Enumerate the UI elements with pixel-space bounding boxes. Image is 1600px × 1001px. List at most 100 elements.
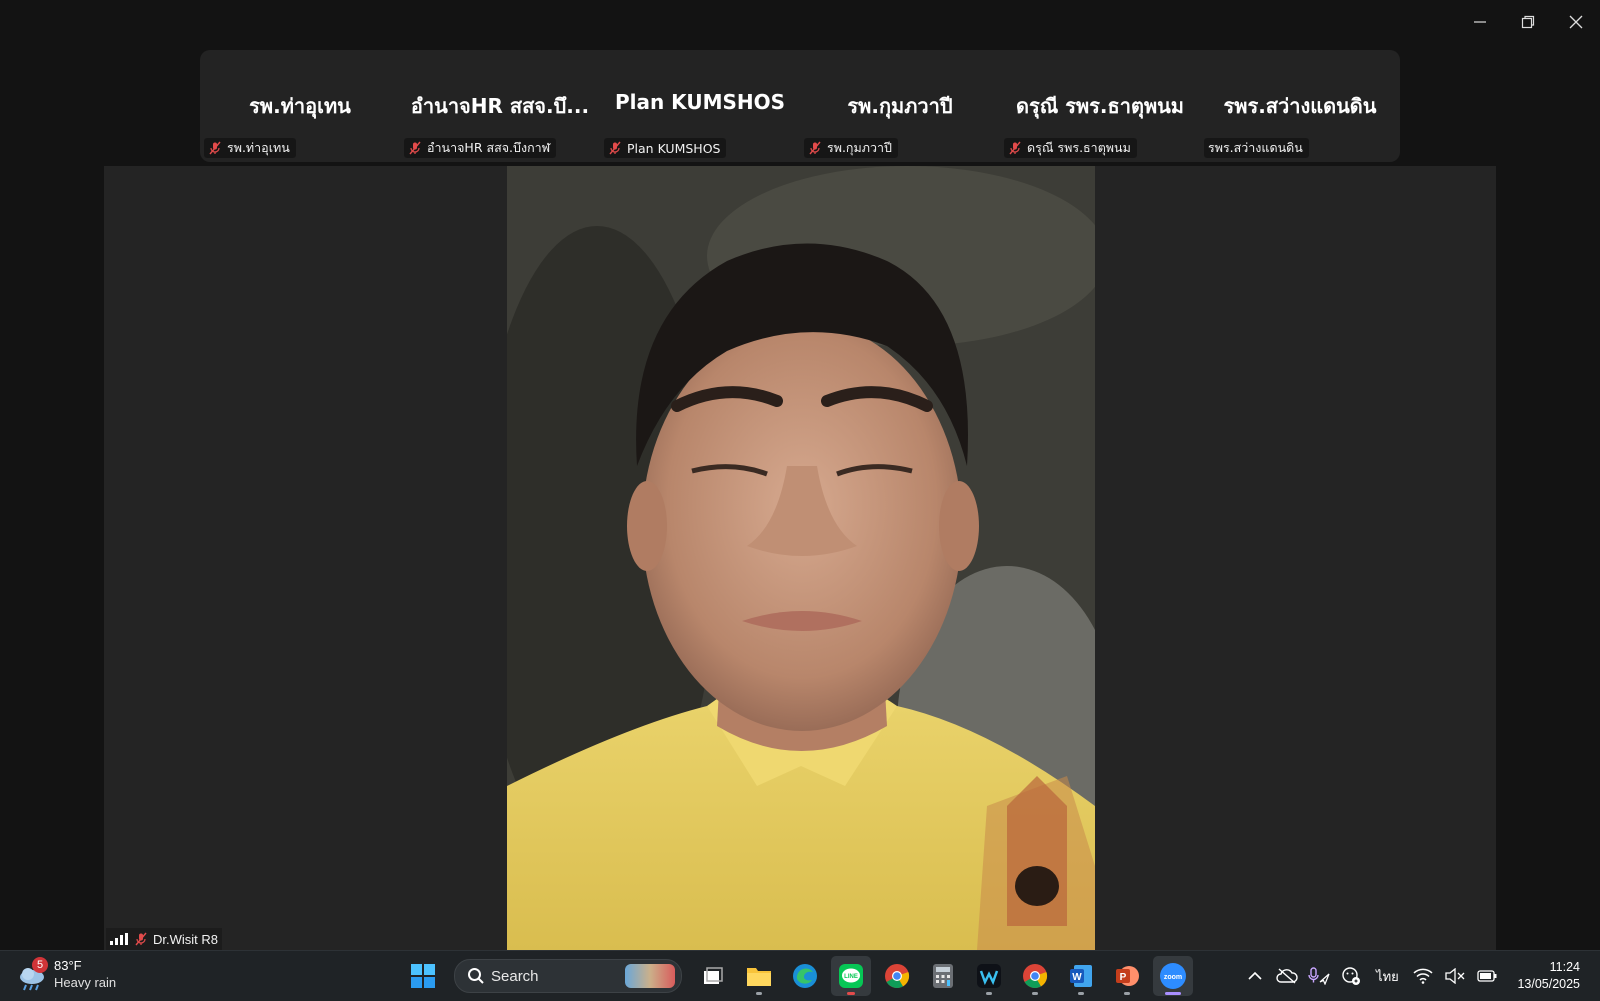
onedrive-button[interactable] xyxy=(1271,956,1303,996)
restore-button[interactable] xyxy=(1504,0,1552,44)
speaker-video[interactable] xyxy=(507,166,1095,950)
participant-display-name: อำนาจHR สสจ.บึ... xyxy=(410,94,590,118)
running-indicator xyxy=(847,992,855,995)
zoom-icon: zoom xyxy=(1160,963,1186,989)
participant-display-name: Plan KUMSHOS xyxy=(614,90,786,114)
mic-muted-icon xyxy=(209,141,221,155)
running-indicator xyxy=(1165,992,1181,995)
weather-condition: Heavy rain xyxy=(54,975,117,990)
wifi-button[interactable] xyxy=(1407,956,1439,996)
file-explorer-button[interactable] xyxy=(739,956,779,996)
calculator-button[interactable] xyxy=(923,956,963,996)
weather-alert-badge: 5 xyxy=(32,957,48,973)
mic-muted-icon xyxy=(1009,141,1021,155)
svg-text:W: W xyxy=(1072,972,1082,983)
mic-muted-icon xyxy=(409,141,421,155)
mic-muted-icon xyxy=(809,141,821,155)
emoji-settings-icon xyxy=(1342,967,1361,985)
active-speaker-label: Dr.Wisit R8 xyxy=(106,928,222,950)
weather-widget[interactable]: 5 83°F Heavy rain xyxy=(18,957,116,991)
search-label: Search xyxy=(491,967,539,985)
participant-tile[interactable]: รพร.สว่างแดนดิน รพร.สว่างแดนดิน xyxy=(1200,50,1400,162)
participant-label: รพ.ท่าอุเทน xyxy=(204,138,296,158)
svg-text:zoom: zoom xyxy=(1164,974,1182,981)
word-icon: W xyxy=(1070,965,1092,987)
battery-icon xyxy=(1477,970,1497,982)
participant-display-name: รพร.สว่างแดนดิน xyxy=(1223,94,1377,118)
rain-cloud-icon: 5 xyxy=(18,957,48,991)
mic-location-button[interactable] xyxy=(1303,956,1335,996)
battery-button[interactable] xyxy=(1471,956,1503,996)
cloud-offline-icon xyxy=(1276,968,1299,984)
running-indicator xyxy=(986,992,992,995)
powerpoint-button[interactable]: P xyxy=(1107,956,1147,996)
running-indicator xyxy=(1032,992,1038,995)
language-indicator[interactable]: ไทย xyxy=(1367,956,1407,996)
windows-start-icon xyxy=(411,964,435,988)
participant-label: Plan KUMSHOS xyxy=(604,138,727,158)
window-controls xyxy=(1456,0,1600,44)
weather-temp: 83°F xyxy=(54,958,82,973)
clock[interactable]: 11:24 13/05/2025 xyxy=(1503,959,1600,993)
running-indicator xyxy=(756,992,762,995)
participant-tile[interactable]: อำนาจHR สสจ.บึ... อำนาจHR สสจ.บึงกาฬ xyxy=(400,50,600,162)
task-view-button[interactable] xyxy=(693,956,733,996)
svg-text:P: P xyxy=(1120,972,1127,983)
participant-tile[interactable]: ดรุณี รพร.ธาตุพนม ดรุณี รพร.ธาตุพนม xyxy=(1000,50,1200,162)
participant-label-text: รพ.กุมภวาปี xyxy=(827,140,892,155)
participant-tile[interactable]: รพ.ท่าอุเทน รพ.ท่าอุเทน xyxy=(200,50,400,162)
accessibility-button[interactable] xyxy=(1335,956,1367,996)
mic-muted-icon xyxy=(609,141,621,155)
volume-button[interactable] xyxy=(1439,956,1471,996)
chrome-button-2[interactable] xyxy=(1015,956,1055,996)
running-indicator xyxy=(1124,992,1130,995)
mic-location-icon xyxy=(1308,967,1330,985)
minimize-button[interactable] xyxy=(1456,0,1504,44)
webex-button[interactable] xyxy=(969,956,1009,996)
calculator-icon xyxy=(933,964,953,988)
mic-muted-icon xyxy=(135,932,147,946)
powerpoint-icon: P xyxy=(1116,966,1139,986)
participant-label: รพ.กุมภวาปี xyxy=(804,138,898,158)
webex-icon xyxy=(977,964,1001,988)
zoom-button[interactable]: zoom xyxy=(1153,956,1193,996)
participant-label-text: อำนาจHR สสจ.บึงกาฬ xyxy=(427,140,551,155)
clock-time: 11:24 xyxy=(1549,960,1580,974)
running-indicator xyxy=(1078,992,1084,995)
participant-label-text: รพร.สว่างแดนดิน xyxy=(1208,140,1303,155)
svg-text:LINE: LINE xyxy=(844,974,858,980)
file-explorer-icon xyxy=(747,968,771,986)
volume-muted-icon xyxy=(1445,968,1465,984)
start-button[interactable] xyxy=(403,956,443,996)
close-button[interactable] xyxy=(1552,0,1600,44)
chrome-icon xyxy=(1023,964,1048,989)
active-speaker-name: Dr.Wisit R8 xyxy=(153,931,218,947)
taskbar-apps: Search LINE W P zoom xyxy=(400,951,1196,1001)
show-hidden-icons-button[interactable] xyxy=(1239,956,1271,996)
task-view-icon xyxy=(704,967,723,984)
participant-label: อำนาจHR สสจ.บึงกาฬ xyxy=(404,138,557,158)
participant-label-text: รพ.ท่าอุเทน xyxy=(227,140,290,155)
taskbar: 5 83°F Heavy rain Search LINE W P zoom ไ… xyxy=(0,950,1600,1001)
participant-strip: รพ.ท่าอุเทน รพ.ท่าอุเทน อำนาจHR สสจ.บึ..… xyxy=(200,50,1400,162)
participant-tile[interactable]: Plan KUMSHOS Plan KUMSHOS xyxy=(600,50,800,162)
chrome-icon xyxy=(885,964,910,989)
participant-tile[interactable]: รพ.กุมภวาปี รพ.กุมภวาปี xyxy=(800,50,1000,162)
speaker-stage: Dr.Wisit R8 xyxy=(104,166,1496,950)
chevron-up-icon xyxy=(1248,971,1263,980)
participant-label: รพร.สว่างแดนดิน xyxy=(1204,138,1309,158)
clock-date: 13/05/2025 xyxy=(1517,977,1580,991)
search-icon xyxy=(468,968,484,984)
taskbar-search[interactable]: Search xyxy=(454,959,682,993)
word-button[interactable]: W xyxy=(1061,956,1101,996)
chrome-button[interactable] xyxy=(877,956,917,996)
participant-display-name: รพ.ท่าอุเทน xyxy=(249,94,351,118)
line-icon: LINE xyxy=(839,964,863,988)
participant-display-name: รพ.กุมภวาปี xyxy=(847,94,953,118)
edge-icon xyxy=(793,964,817,988)
wifi-icon xyxy=(1413,968,1433,984)
edge-button[interactable] xyxy=(785,956,825,996)
participant-label-text: ดรุณี รพร.ธาตุพนม xyxy=(1027,140,1131,155)
line-button[interactable]: LINE xyxy=(831,956,871,996)
close-icon xyxy=(1569,15,1583,29)
